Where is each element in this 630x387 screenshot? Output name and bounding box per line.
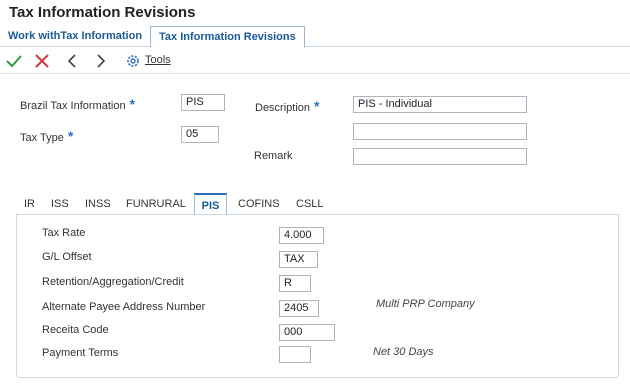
required-icon: *	[67, 128, 74, 144]
tax-rate-field[interactable]: 4.000	[279, 227, 324, 244]
payment-terms-label: Payment Terms	[42, 347, 119, 359]
chevron-right-icon[interactable]	[92, 52, 110, 70]
receita-code-field[interactable]: 000	[279, 324, 335, 341]
tax-type-field[interactable]: 05	[181, 126, 219, 143]
tab-pis[interactable]: PIS	[194, 193, 227, 215]
gl-offset-label: G/L Offset	[42, 251, 92, 263]
tab-tax-information-revisions[interactable]: Tax Information Revisions	[150, 26, 305, 48]
required-icon: *	[314, 98, 320, 114]
tab-ir[interactable]: IR	[20, 193, 39, 215]
app-tab-bar: Work withTax Information Tax Information…	[0, 26, 630, 48]
payment-terms-description: Net 30 Days	[373, 346, 434, 358]
alt-payee-label: Alternate Payee Address Number	[42, 301, 206, 313]
tab-cofins[interactable]: COFINS	[234, 193, 284, 215]
remark-label: Remark	[254, 150, 293, 162]
brazil-tax-info-label: Brazil Tax Information *	[20, 96, 135, 112]
close-icon[interactable]	[33, 52, 51, 70]
tab-iss[interactable]: ISS	[47, 193, 73, 215]
detail-tab-bar: IR ISS INSS FUNRURAL PIS COFINS CSLL	[16, 193, 616, 215]
required-icon: *	[129, 96, 136, 112]
gear-icon[interactable]	[124, 52, 142, 70]
tab-work-with-tax-information[interactable]: Work withTax Information	[0, 26, 150, 47]
description-label: Description *	[255, 98, 319, 114]
tools-label: Tools	[145, 54, 171, 66]
tax-type-label-text: Tax Type	[20, 132, 64, 144]
brazil-tax-info-field[interactable]: PIS	[181, 94, 225, 111]
remark-field[interactable]	[353, 148, 527, 165]
description-field[interactable]: PIS - Individual	[353, 96, 527, 113]
checkmark-icon[interactable]	[5, 52, 23, 70]
chevron-left-icon[interactable]	[64, 52, 82, 70]
receita-code-label: Receita Code	[42, 324, 109, 336]
tab-inss[interactable]: INSS	[81, 193, 115, 215]
payment-terms-field[interactable]	[279, 346, 311, 363]
gl-offset-field[interactable]: TAX	[279, 251, 318, 268]
tab-csll[interactable]: CSLL	[292, 193, 328, 215]
toolbar: Tools	[0, 49, 630, 74]
retention-label: Retention/Aggregation/Credit	[42, 276, 184, 288]
page-title: Tax Information Revisions	[9, 4, 196, 21]
alt-payee-field[interactable]: 2405	[279, 300, 319, 317]
tools-menu[interactable]: Tools	[145, 54, 171, 66]
tax-type-label: Tax Type *	[20, 128, 73, 144]
retention-field[interactable]: R	[279, 275, 311, 292]
description-line2-field[interactable]	[353, 123, 527, 140]
brazil-tax-info-label-text: Brazil Tax Information	[20, 100, 126, 112]
alt-payee-description: Multi PRP Company	[376, 298, 475, 310]
description-label-text: Description	[255, 102, 311, 114]
tax-rate-label: Tax Rate	[42, 227, 86, 239]
tab-funrural[interactable]: FUNRURAL	[122, 193, 190, 215]
